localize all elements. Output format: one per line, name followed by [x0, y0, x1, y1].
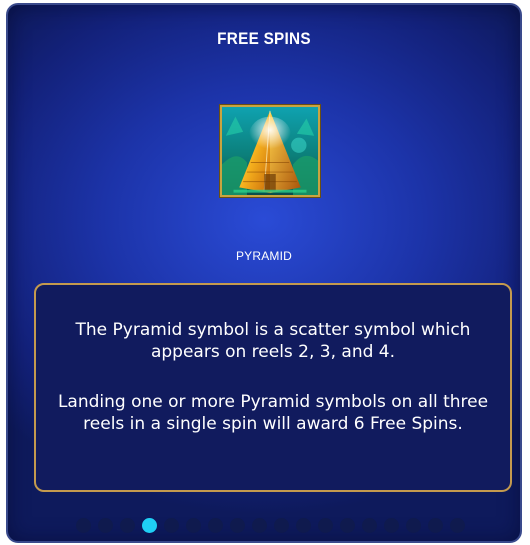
page-dot[interactable] [383, 518, 399, 533]
page-dot[interactable] [295, 518, 311, 533]
symbol-name: PYRAMID [235, 249, 293, 263]
page-dot[interactable] [405, 518, 421, 533]
page-dot[interactable] [339, 518, 355, 533]
page-dot[interactable] [427, 518, 443, 533]
pagination-dots [14, 518, 520, 533]
page-dot[interactable] [185, 518, 201, 533]
description-scatter: The Pyramid symbol is a scatter symbol w… [75, 320, 471, 362]
page-dot[interactable] [251, 518, 267, 533]
page-dot[interactable] [449, 518, 465, 533]
page-dot[interactable] [97, 518, 113, 533]
page-title: FREE SPINS [217, 29, 311, 48]
page-dot[interactable] [75, 518, 91, 533]
page-dot[interactable] [207, 518, 223, 533]
page-dot[interactable] [163, 518, 179, 533]
pyramid-scatter-icon [220, 105, 320, 197]
page-dot-active[interactable] [141, 518, 157, 533]
page-dot[interactable] [119, 518, 135, 533]
page-dot[interactable] [361, 518, 377, 533]
description-award: Landing one or more Pyramid symbols on a… [57, 392, 489, 434]
description-box: The Pyramid symbol is a scatter symbol w… [34, 283, 512, 492]
page-dot[interactable] [273, 518, 289, 533]
paytable-panel: FREE SPINS PYRAMID The Pyramid symbol is… [6, 3, 522, 543]
page-dot[interactable] [229, 518, 245, 533]
page-dot[interactable] [317, 518, 333, 533]
